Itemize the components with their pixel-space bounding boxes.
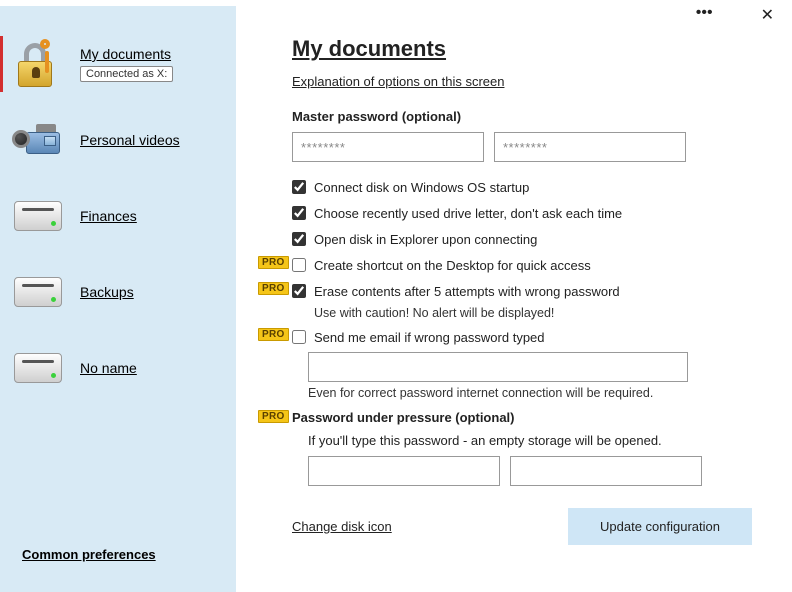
main-panel: My documents Explanation of options on t… [236, 6, 792, 592]
change-disk-icon-link[interactable]: Change disk icon [292, 519, 392, 534]
pressure-password-confirm-input[interactable] [510, 456, 702, 486]
explanation-link[interactable]: Explanation of options on this screen [292, 74, 504, 89]
desktop-shortcut-checkbox[interactable] [292, 258, 306, 272]
send-email-checkbox[interactable] [292, 330, 306, 344]
pro-badge: PRO [258, 282, 289, 295]
disk-icon [12, 192, 64, 240]
send-email-label: Send me email if wrong password typed [314, 330, 545, 345]
connected-badge: Connected as X: [80, 66, 173, 82]
erase-caution-text: Use with caution! No alert will be displ… [314, 306, 752, 320]
desktop-shortcut-label: Create shortcut on the Desktop for quick… [314, 258, 591, 273]
pressure-password-input[interactable] [308, 456, 500, 486]
more-menu-icon[interactable]: ••• [696, 4, 713, 22]
recent-letter-label: Choose recently used drive letter, don't… [314, 206, 622, 221]
sidebar-item-label: Personal videos [80, 132, 180, 148]
sidebar-item-label: My documents [80, 46, 171, 62]
sidebar-item-label: No name [80, 360, 137, 376]
pro-badge: PRO [258, 256, 289, 269]
open-explorer-label: Open disk in Explorer upon connecting [314, 232, 537, 247]
common-preferences-link[interactable]: Common preferences [22, 547, 156, 562]
sidebar-item-finances[interactable]: Finances [0, 178, 236, 254]
sidebar-item-my-documents[interactable]: My documents Connected as X: [0, 26, 236, 102]
email-input[interactable] [308, 352, 688, 382]
close-icon[interactable]: ✕ [761, 5, 774, 25]
open-explorer-checkbox[interactable] [292, 232, 306, 246]
sidebar-item-personal-videos[interactable]: Personal videos [0, 102, 236, 178]
erase-attempts-label: Erase contents after 5 attempts with wro… [314, 284, 620, 299]
email-hint-text: Even for correct password internet conne… [308, 386, 752, 400]
pressure-password-desc: If you'll type this password - an empty … [308, 433, 752, 448]
recent-letter-checkbox[interactable] [292, 206, 306, 220]
master-password-input[interactable] [292, 132, 484, 162]
pro-badge: PRO [258, 328, 289, 341]
connect-startup-label: Connect disk on Windows OS startup [314, 180, 529, 195]
connect-startup-checkbox[interactable] [292, 180, 306, 194]
page-title: My documents [292, 36, 752, 62]
sidebar-item-backups[interactable]: Backups [0, 254, 236, 330]
disk-icon [12, 268, 64, 316]
erase-attempts-checkbox[interactable] [292, 284, 306, 298]
sidebar: My documents Connected as X: Personal vi… [0, 6, 236, 592]
pressure-password-label: Password under pressure (optional) [292, 410, 752, 425]
master-password-label: Master password (optional) [292, 109, 752, 124]
sidebar-item-no-name[interactable]: No name [0, 330, 236, 406]
pro-badge: PRO [258, 410, 289, 423]
sidebar-item-label: Finances [80, 208, 137, 224]
disk-icon [12, 344, 64, 392]
master-password-confirm-input[interactable] [494, 132, 686, 162]
camcorder-icon [12, 116, 64, 164]
sidebar-item-label: Backups [80, 284, 134, 300]
update-configuration-button[interactable]: Update configuration [568, 508, 752, 545]
lock-icon [12, 40, 64, 88]
